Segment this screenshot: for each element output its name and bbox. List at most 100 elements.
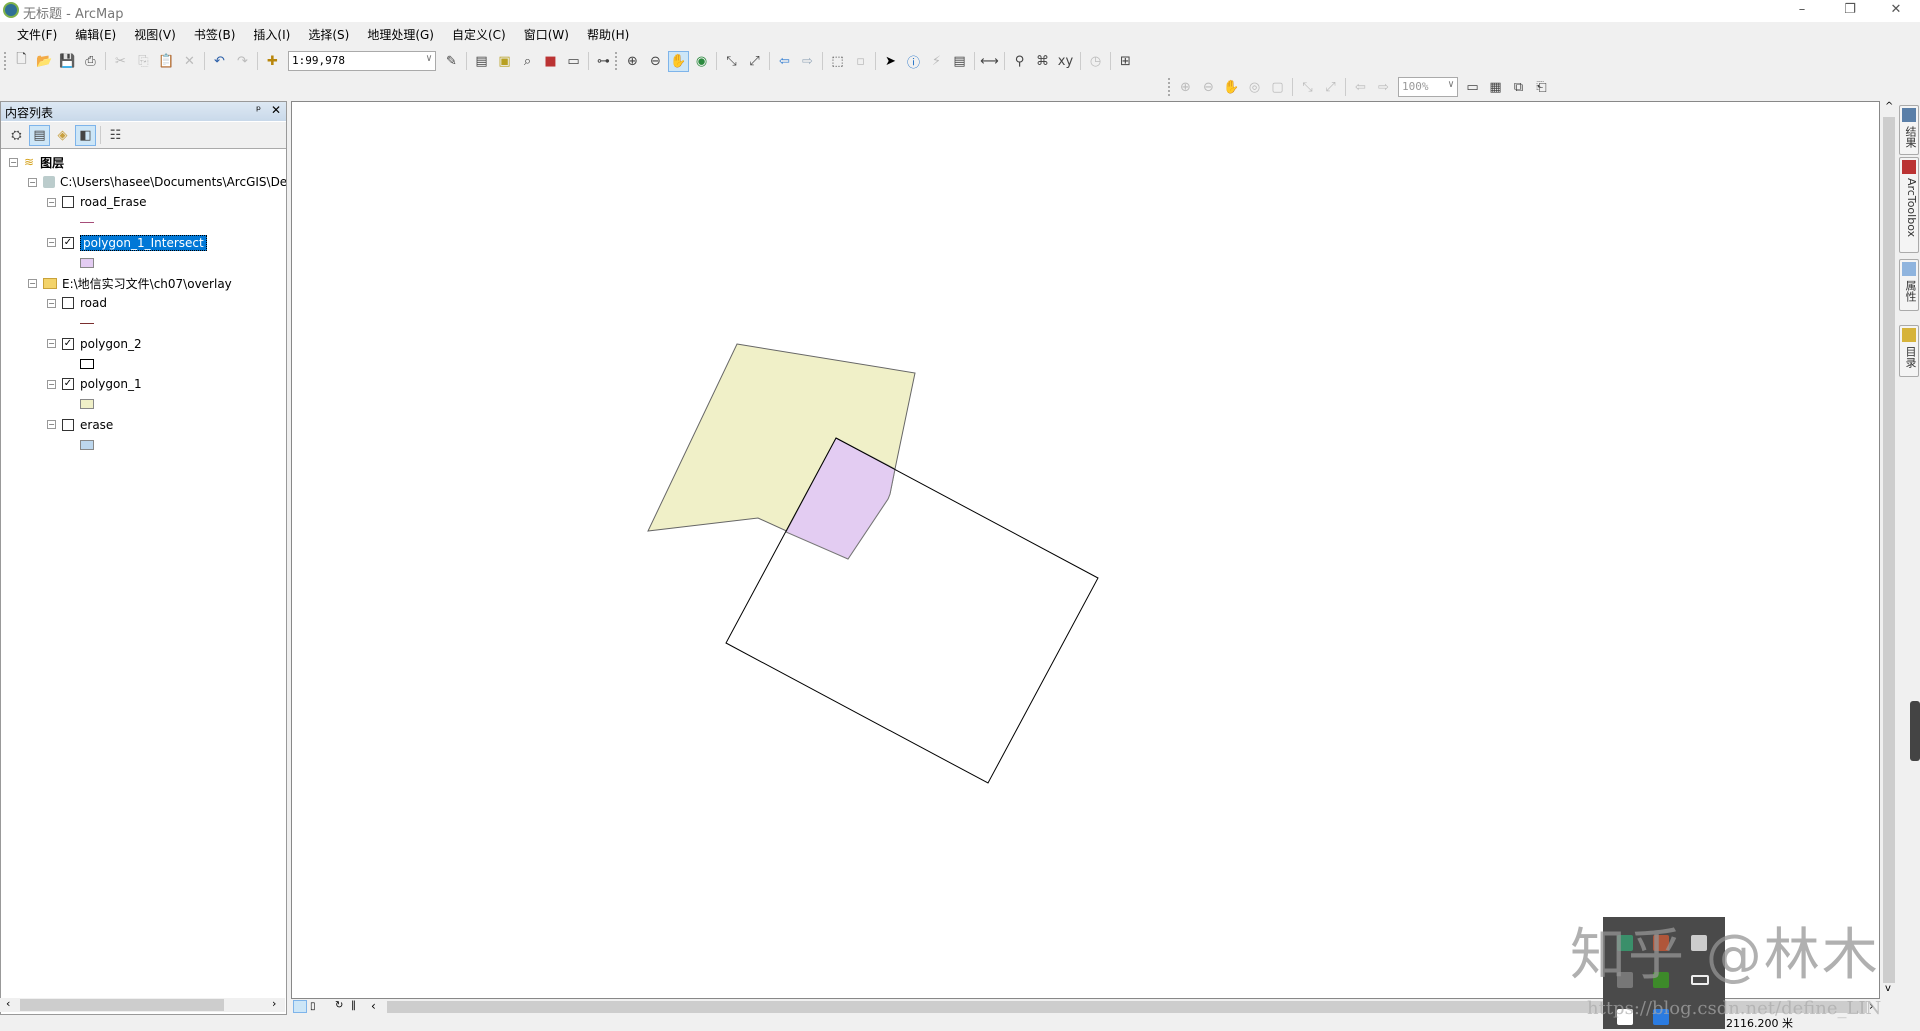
workspace-row[interactable]: − E:\地信实习文件\ch07\overlay: [28, 273, 232, 293]
dock-tab-attributes[interactable]: 属性: [1899, 259, 1919, 311]
open-icon[interactable]: 📂: [34, 51, 55, 72]
menu-item[interactable]: 地理处理(G): [358, 24, 443, 44]
collapse-icon[interactable]: −: [28, 177, 37, 187]
menu-item[interactable]: 选择(S): [299, 24, 358, 44]
search-window-icon[interactable]: ⌕: [517, 51, 538, 72]
layer-visibility-checkbox[interactable]: ✓: [62, 378, 74, 391]
layer-name[interactable]: road_Erase: [80, 195, 147, 209]
pause-drawing-icon[interactable]: ‖: [351, 1000, 356, 1011]
list-by-selection-icon[interactable]: ◧: [75, 124, 96, 146]
catalog-icon[interactable]: ▣: [494, 51, 515, 72]
layout-pan-icon[interactable]: ✋: [1221, 77, 1242, 98]
find-route-icon[interactable]: ⌘: [1032, 51, 1053, 72]
table-icon[interactable]: ▤: [471, 51, 492, 72]
layer-visibility-checkbox[interactable]: [62, 297, 74, 310]
layer-row[interactable]: − ✓ polygon_1_Intersect: [47, 233, 207, 253]
list-by-visibility-icon[interactable]: ◈: [52, 125, 73, 146]
magnifier-icon[interactable]: ⊞: [1115, 51, 1136, 72]
pin-icon[interactable]: ᵖ: [256, 103, 261, 117]
layer-visibility-checkbox[interactable]: [62, 196, 74, 209]
hyperlink-icon[interactable]: ⚡: [926, 51, 947, 72]
toolbar-grip[interactable]: [615, 52, 618, 70]
close-panel-icon[interactable]: ✕: [271, 103, 281, 117]
go-to-xy-icon[interactable]: xy: [1055, 51, 1076, 72]
layer-name[interactable]: road: [80, 296, 107, 310]
layer-row[interactable]: − road_Erase: [47, 192, 147, 212]
dock-tab-catalog[interactable]: 目录: [1899, 325, 1919, 377]
select-features-icon[interactable]: ⬚: [827, 51, 848, 72]
menu-item[interactable]: 插入(I): [244, 24, 299, 44]
back-extent-icon[interactable]: ⇦: [1350, 77, 1371, 98]
options-icon[interactable]: ☷: [105, 125, 126, 146]
dock-tab-arctoolbox[interactable]: ArcToolbox: [1899, 157, 1919, 253]
scale-combobox[interactable]: 1:99,978 ∨: [288, 51, 436, 71]
clear-selection-icon[interactable]: ▫: [850, 51, 871, 72]
scroll-thumb[interactable]: [1883, 117, 1895, 983]
data-driven-pages-icon[interactable]: ⎗: [1531, 77, 1552, 98]
collapse-icon[interactable]: −: [47, 298, 56, 308]
add-data-icon[interactable]: ✚: [262, 51, 283, 72]
paste-icon[interactable]: 📋: [156, 51, 177, 72]
layout-zoom-combobox[interactable]: 100% ∨: [1398, 77, 1458, 97]
layer-name[interactable]: polygon_2: [80, 337, 142, 351]
collapse-icon[interactable]: −: [47, 339, 56, 349]
workspace-row[interactable]: − C:\Users\hasee\Documents\ArcGIS\Default…: [28, 172, 286, 192]
list-by-drawing-order-icon[interactable]: ⛭: [6, 125, 27, 146]
html-popup-icon[interactable]: ▤: [949, 51, 970, 72]
fixed-zoom-out-icon[interactable]: ⤢: [1320, 77, 1341, 98]
zoom-whole-page-icon[interactable]: ◎: [1244, 77, 1265, 98]
measure-icon[interactable]: ⟷: [979, 51, 1000, 72]
layer-row[interactable]: − ✓ polygon_1: [47, 374, 142, 394]
print-icon[interactable]: ⎙: [80, 51, 101, 72]
collapse-icon[interactable]: −: [47, 420, 56, 430]
focus-frame-icon[interactable]: ▦: [1485, 77, 1506, 98]
pan-icon[interactable]: ✋: [668, 50, 689, 72]
menu-item[interactable]: 帮助(H): [578, 24, 638, 44]
menu-item[interactable]: 窗口(W): [515, 24, 578, 44]
fixed-zoom-in-icon[interactable]: ⤡: [1297, 77, 1318, 98]
layer-visibility-checkbox[interactable]: ✓: [62, 236, 74, 249]
collapse-icon[interactable]: −: [47, 238, 56, 248]
back-icon[interactable]: ⇦: [774, 51, 795, 72]
line-symbol[interactable]: [80, 322, 94, 324]
fill-symbol[interactable]: [80, 258, 94, 268]
layer-row[interactable]: − ✓ polygon_2: [47, 334, 142, 354]
menu-item[interactable]: 视图(V): [125, 24, 185, 44]
minimize-button[interactable]: –: [1782, 0, 1822, 22]
forward-icon[interactable]: ⇨: [797, 51, 818, 72]
toolbar-grip[interactable]: [1168, 78, 1171, 96]
polygon-1-feature[interactable]: [647, 343, 916, 560]
menu-item[interactable]: 编辑(E): [66, 24, 125, 44]
find-icon[interactable]: ⚲: [1009, 51, 1030, 72]
delete-icon[interactable]: ✕: [179, 51, 200, 72]
data-frame-row[interactable]: − ≋ 图层: [9, 152, 64, 172]
time-slider-icon[interactable]: ◷: [1085, 51, 1106, 72]
fixed-zoom-in-icon[interactable]: ⤡: [721, 51, 742, 72]
scroll-left-icon[interactable]: ‹: [6, 997, 10, 1010]
data-view-button[interactable]: [293, 1000, 307, 1013]
collapse-icon[interactable]: −: [47, 197, 56, 207]
fill-symbol[interactable]: [80, 399, 94, 410]
select-elements-icon[interactable]: ➤: [880, 51, 901, 72]
editor-icon[interactable]: ✎: [441, 51, 462, 72]
dock-tab-results[interactable]: 结果: [1899, 105, 1919, 155]
refresh-icon[interactable]: ↻: [335, 1000, 343, 1011]
toolbar-grip[interactable]: [4, 52, 7, 70]
layer-row[interactable]: − road: [47, 293, 107, 313]
map-view[interactable]: [291, 101, 1880, 999]
python-icon[interactable]: ▭: [563, 51, 584, 72]
cut-icon[interactable]: ✂: [110, 51, 131, 72]
map-canvas[interactable]: [292, 102, 1881, 1000]
layer-row[interactable]: − erase: [47, 415, 113, 435]
layout-view-button[interactable]: ▯: [310, 1001, 316, 1012]
scroll-right-icon[interactable]: ›: [272, 997, 276, 1010]
fill-symbol[interactable]: [80, 359, 94, 369]
undo-icon[interactable]: ↶: [209, 51, 230, 72]
close-button[interactable]: ✕: [1876, 0, 1916, 22]
zoom-out-icon[interactable]: ⊖: [645, 51, 666, 72]
layer-name[interactable]: polygon_1_Intersect: [80, 234, 207, 251]
restore-button[interactable]: ❐: [1830, 0, 1870, 22]
toggle-draft-icon[interactable]: ▭: [1462, 77, 1483, 98]
modelbuilder-icon[interactable]: ⊶: [593, 51, 614, 72]
dock-handle[interactable]: [1910, 701, 1920, 761]
